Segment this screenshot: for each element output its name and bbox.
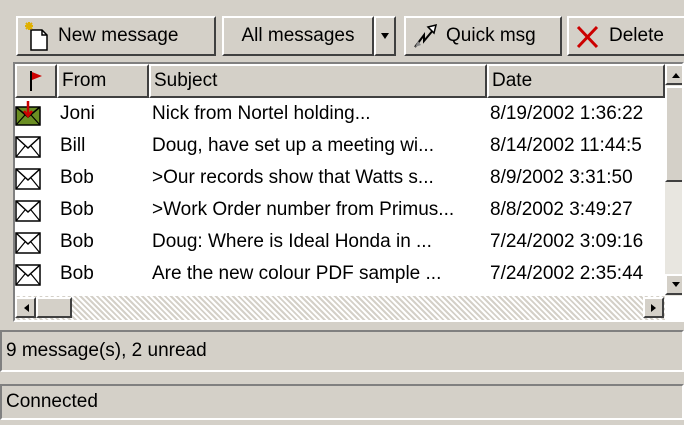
row-from: Bob xyxy=(60,199,94,220)
all-messages-label: All messages xyxy=(241,25,355,46)
message-row[interactable]: Bob >Our records show that Watts s... 8/… xyxy=(15,162,665,194)
row-icon xyxy=(15,130,57,162)
horizontal-scroll-thumb[interactable] xyxy=(36,297,72,318)
row-subject: Are the new colour PDF sample ... xyxy=(152,263,442,284)
arrow-left-icon xyxy=(23,303,29,312)
column-header-flag[interactable] xyxy=(15,64,57,98)
horizontal-scrollbar[interactable] xyxy=(15,296,665,320)
row-icon xyxy=(15,98,57,130)
vertical-scroll-thumb[interactable] xyxy=(665,86,682,182)
vertical-scrollbar[interactable] xyxy=(665,64,682,296)
envelope-icon xyxy=(15,232,41,254)
scroll-left-button[interactable] xyxy=(15,297,36,318)
flagged-envelope-icon xyxy=(15,101,41,126)
connection-status: Connected xyxy=(0,384,684,420)
arrow-up-icon xyxy=(671,72,680,78)
delete-label: Delete xyxy=(609,25,664,46)
column-header-subject[interactable]: Subject xyxy=(149,64,487,98)
arrow-down-icon xyxy=(671,281,680,287)
envelope-icon xyxy=(15,168,41,190)
new-message-button[interactable]: New message xyxy=(16,16,216,56)
all-messages-button[interactable]: All messages xyxy=(222,16,374,56)
row-date: 7/24/2002 2:35:44 xyxy=(490,263,644,284)
message-rows: Joni Nick from Nortel holding... 8/19/20… xyxy=(15,98,665,290)
message-row[interactable]: Bob Doug: Where is Ideal Honda in ... 7/… xyxy=(15,226,665,258)
row-from: Bob xyxy=(60,263,94,284)
column-header-date[interactable]: Date xyxy=(487,64,665,98)
row-date: 8/8/2002 3:49:27 xyxy=(490,199,633,220)
scroll-right-button[interactable] xyxy=(643,297,664,318)
row-subject: Doug: Where is Ideal Honda in ... xyxy=(152,231,432,252)
quick-msg-label: Quick msg xyxy=(446,25,536,46)
new-document-icon xyxy=(25,22,48,51)
row-subject: >Our records show that Watts s... xyxy=(152,167,434,188)
new-message-label: New message xyxy=(58,25,179,46)
row-from: Joni xyxy=(60,103,95,124)
row-icon xyxy=(15,258,57,290)
flag-icon xyxy=(30,71,42,91)
message-row[interactable]: Bob >Work Order number from Primus... 8/… xyxy=(15,194,665,226)
scroll-down-button[interactable] xyxy=(665,274,682,295)
toolbar: New message All messages Quick msg Delet… xyxy=(0,0,684,60)
column-header-from[interactable]: From xyxy=(57,64,149,98)
message-list[interactable]: From Subject Date Joni Nick from Nortel … xyxy=(13,62,684,322)
envelope-icon xyxy=(15,200,41,222)
filter-dropdown-button[interactable] xyxy=(374,16,396,56)
row-icon xyxy=(15,194,57,226)
envelope-icon xyxy=(15,136,41,158)
row-date: 8/14/2002 11:44:5 xyxy=(490,135,642,156)
row-from: Bob xyxy=(60,167,94,188)
message-row[interactable]: Bill Doug, have set up a meeting wi... 8… xyxy=(15,130,665,162)
row-icon xyxy=(15,226,57,258)
row-date: 7/24/2002 3:09:16 xyxy=(490,231,644,252)
arrow-right-icon xyxy=(650,303,656,312)
message-row[interactable]: Bob Are the new colour PDF sample ... 7/… xyxy=(15,258,665,290)
row-subject: Nick from Nortel holding... xyxy=(152,103,371,124)
row-subject: Doug, have set up a meeting wi... xyxy=(152,135,434,156)
chevron-down-icon xyxy=(381,33,389,39)
row-icon xyxy=(15,162,57,194)
scroll-up-button[interactable] xyxy=(665,64,682,85)
message-row[interactable]: Joni Nick from Nortel holding... 8/19/20… xyxy=(15,98,665,130)
row-from: Bill xyxy=(60,135,86,156)
delete-button[interactable]: Delete xyxy=(567,16,684,56)
list-header: From Subject Date xyxy=(15,64,665,98)
row-date: 8/9/2002 3:31:50 xyxy=(490,167,633,188)
message-count-status: 9 message(s), 2 unread xyxy=(0,330,684,372)
row-subject: >Work Order number from Primus... xyxy=(152,199,455,220)
quick-message-icon xyxy=(414,23,438,48)
quick-msg-button[interactable]: Quick msg xyxy=(404,16,562,56)
envelope-icon xyxy=(15,264,41,286)
row-date: 8/19/2002 1:36:22 xyxy=(490,103,644,124)
row-from: Bob xyxy=(60,231,94,252)
delete-x-icon xyxy=(576,25,599,49)
